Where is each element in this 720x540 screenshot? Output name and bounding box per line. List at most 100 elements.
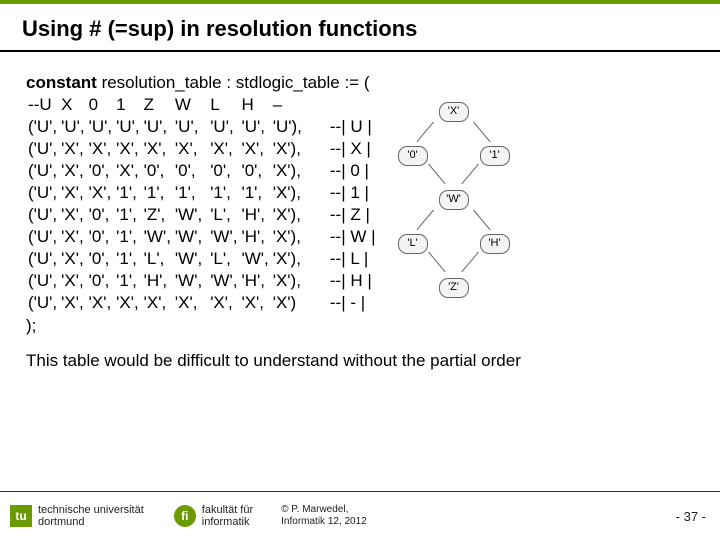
table-cell: 'H', (142, 270, 173, 292)
fi-affiliation: fi fakultät für informatik (174, 504, 253, 528)
table-cell: 'X') (271, 292, 304, 314)
col-header: 0 (87, 94, 115, 116)
table-cell: 'X', (59, 226, 87, 248)
col-header: – (271, 94, 304, 116)
node-h: 'H' (480, 234, 510, 254)
row-legend: --| W | (328, 226, 378, 248)
table-cell: '1', (114, 204, 142, 226)
table-cell: ('U', (26, 270, 59, 292)
table-cell: 'X', (114, 160, 142, 182)
row-legend: --| L | (328, 248, 378, 270)
col-header: H (239, 94, 270, 116)
table-cell: ('U', (26, 138, 59, 160)
row-legend: --| Z | (328, 204, 378, 226)
table-cell: '1', (208, 182, 239, 204)
explain-text: This table would be difficult to underst… (0, 337, 720, 371)
tu-line1: technische universität (38, 504, 144, 516)
table-cell: 'U', (87, 116, 115, 138)
copyright: © P. Marwedel, Informatik 12, 2012 (281, 504, 367, 528)
table-cell: '1', (173, 182, 204, 204)
col-header: X (59, 94, 87, 116)
table-cell: 'Z', (142, 204, 173, 226)
table-cell: 'X', (87, 138, 115, 160)
table-cell: ('U', (26, 292, 59, 314)
table-cell: 'H', (239, 204, 270, 226)
content-area: constant resolution_table : stdlogic_tab… (0, 72, 720, 337)
table-cell: 'X', (59, 182, 87, 204)
table-cell: ('U', (26, 248, 59, 270)
node-x: 'X' (439, 102, 469, 122)
node-0: '0' (398, 146, 428, 166)
code-line-decl: constant resolution_table : stdlogic_tab… (26, 72, 378, 94)
col-header: Z (142, 94, 173, 116)
fi-text: fakultät für informatik (202, 504, 253, 528)
table-cell: '1', (114, 182, 142, 204)
table-cell: 'X', (59, 292, 87, 314)
table-cell: 'X'), (271, 204, 304, 226)
table-cell: 'X', (173, 292, 204, 314)
node-z: 'Z' (439, 278, 469, 298)
tu-logo-icon: tu (10, 505, 32, 527)
table-cell: '1', (142, 182, 173, 204)
table-cell: '0', (239, 160, 270, 182)
table-cell: 'U', (114, 116, 142, 138)
page-number: - 37 - (676, 509, 706, 524)
legend-header (328, 94, 378, 116)
copy-line2: Informatik 12, 2012 (281, 516, 367, 528)
table-cell: ('U', (26, 204, 59, 226)
page-title: Using # (=sup) in resolution functions (0, 10, 720, 50)
table-cell: 'X', (59, 248, 87, 270)
edge (416, 121, 433, 142)
table-cell: 'H', (239, 226, 270, 248)
table-cell: 'U'), (271, 116, 304, 138)
table-cell: 'U', (173, 116, 204, 138)
table-cell: 'X', (59, 160, 87, 182)
edge (473, 209, 490, 230)
table-cell: 'W', (173, 204, 204, 226)
hasse-diagram: 'X' '0' '1' 'W' 'L' 'H' 'Z' (384, 102, 524, 337)
table-cell: 'X'), (271, 270, 304, 292)
table-cell: 'L', (208, 248, 239, 270)
table-cell: 'U', (239, 116, 270, 138)
table-cell: 'X'), (271, 138, 304, 160)
row-legend: --| X | (328, 138, 378, 160)
table-cell: 'X'), (271, 226, 304, 248)
table-cell: 'X', (59, 270, 87, 292)
decl-rest: resolution_table : stdlogic_table := ( (97, 73, 370, 92)
col-header: 1 (114, 94, 142, 116)
col-header: W (173, 94, 204, 116)
table-cell: '1', (114, 226, 142, 248)
table-cell: 'X', (239, 138, 270, 160)
table-cell: 'U', (208, 116, 239, 138)
divider (0, 50, 720, 52)
table-cell: '1', (114, 270, 142, 292)
edge (416, 209, 433, 230)
node-1: '1' (480, 146, 510, 166)
code-close: ); (26, 315, 378, 337)
accent-rule (0, 0, 720, 4)
table-cell: '0', (173, 160, 204, 182)
table-cell: 'W', (173, 226, 204, 248)
table-cell: 'W', (142, 226, 173, 248)
copy-line1: © P. Marwedel, (281, 504, 367, 516)
table-cell: 'L', (208, 204, 239, 226)
table-cell: 'X', (87, 182, 115, 204)
table-cell: 'W', (239, 248, 270, 270)
table-cell: '0', (87, 204, 115, 226)
table-cell: ('U', (26, 182, 59, 204)
table-cell: 'W', (208, 226, 239, 248)
table-cell: 'W', (173, 270, 204, 292)
table-cell: 'X', (208, 138, 239, 160)
table-cell: 'U', (142, 116, 173, 138)
table-cell: 'L', (142, 248, 173, 270)
tu-line2: dortmund (38, 516, 144, 528)
edge (461, 163, 478, 184)
tu-affiliation: tu technische universität dortmund (10, 504, 144, 528)
table-cell: 'X'), (271, 248, 304, 270)
footer: tu technische universität dortmund fi fa… (0, 491, 720, 540)
table-cell: 'X', (59, 204, 87, 226)
row-legend: --| H | (328, 270, 378, 292)
table-cell: '1', (239, 182, 270, 204)
kw-constant: constant (26, 73, 97, 92)
table-cell: '1', (114, 248, 142, 270)
